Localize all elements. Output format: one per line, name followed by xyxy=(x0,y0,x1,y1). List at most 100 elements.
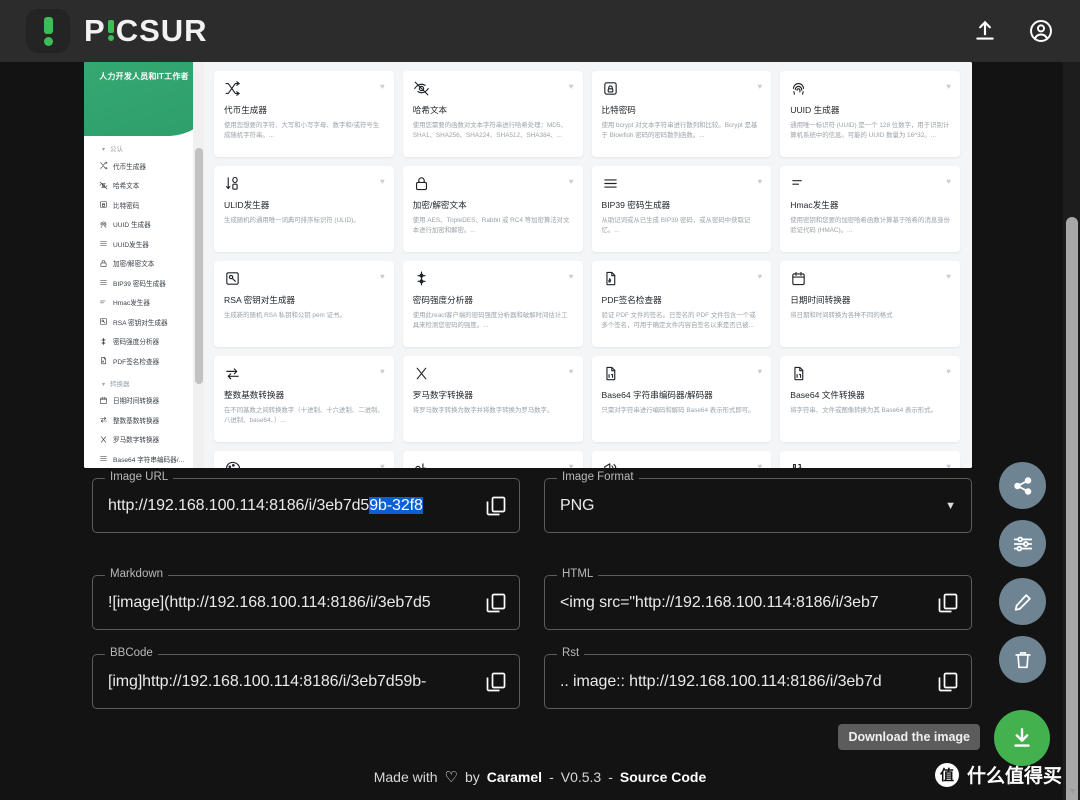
preview-tool-card[interactable]: ♥ 比特密码 使用 bcrypt 对文本字符串进行散列和比较。Bcrypt 是基于 … xyxy=(591,71,772,157)
preview-tool-card-desc: 使用您需要的函数对文本字符串进行哈希处理：MD5、SHA1、SHA256、SHA… xyxy=(412,122,567,139)
favorite-icon[interactable]: ♥ xyxy=(946,272,951,281)
favorite-icon[interactable]: ♥ xyxy=(569,367,574,376)
preview-sidebar-item[interactable]: RSA 密钥对生成器 xyxy=(92,312,204,332)
favorite-icon[interactable]: ♥ xyxy=(380,367,385,376)
preview-tool-card[interactable]: ♥ RSA 密钥对生成器 生成新的随机 RSA 私钥和公钥 pem 证书。 xyxy=(214,261,394,347)
logo-prefix: P xyxy=(84,13,106,48)
edit-button[interactable] xyxy=(999,578,1046,625)
preview-sidebar-item[interactable]: UUID 生成器 xyxy=(92,215,204,235)
image-url-field[interactable]: Image URL http://192.168.100.114:8186/i/… xyxy=(92,471,520,533)
preview-tool-card[interactable]: ♥颜色转换器在不同格式之间转换颜色（hex、rgb、hsl 和 css 名... xyxy=(214,451,394,468)
favorite-icon[interactable]: ♥ xyxy=(569,272,574,281)
download-button[interactable] xyxy=(994,710,1050,766)
favorite-icon[interactable]: ♥ xyxy=(380,177,385,186)
rst-field[interactable]: Rst .. image:: http://192.168.100.114:81… xyxy=(544,647,972,709)
preview-tool-card[interactable]: ♥ 代币生成器 使用您想要的字符、大写和小写字母、数字和/或符号生成随机字符串。..… xyxy=(214,71,394,157)
favorite-icon[interactable]: ♥ xyxy=(946,462,951,468)
favorite-icon[interactable]: ♥ xyxy=(758,367,763,376)
delete-button[interactable] xyxy=(999,636,1046,683)
preview-tool-card[interactable]: ♥ Base64 文件转换器 将字符串、文件或图像转换为其 Base64 表示形式。 xyxy=(780,356,960,442)
favorite-icon[interactable]: ♥ xyxy=(758,462,763,468)
preview-tool-card[interactable]: ♥ PDF签名检查器 验证 PDF 文件的签名。已签名的 PDF 文件包含一个或多个… xyxy=(591,261,772,347)
app-logo[interactable]: P CSUR xyxy=(26,9,208,53)
footer-author-link[interactable]: Caramel xyxy=(487,769,542,785)
preview-sidebar-item[interactable]: 罗马数字转换器 xyxy=(92,430,204,450)
preview-tool-card[interactable]: ♥ Hmac发生器 使用密钥和您要的加密哈希函数计算基于哈希的消息身份验证代码 (H… xyxy=(780,166,960,252)
preview-sidebar-item[interactable]: Base64 字符串编码器/... xyxy=(92,449,204,468)
tune-button[interactable] xyxy=(999,520,1046,567)
footer-source-code-link[interactable]: Source Code xyxy=(620,769,706,785)
copy-icon[interactable] xyxy=(936,670,960,694)
chevron-down-icon[interactable]: ▼ xyxy=(945,500,956,512)
preview-tool-card[interactable]: ♥ 密码强度分析器 使用此react客户端的密码强度分析器和破解时间估计工具来检测您… xyxy=(402,261,583,347)
preview-sidebar-item[interactable]: 比特密码 xyxy=(92,195,204,215)
preview-scrollbar-track[interactable] xyxy=(193,62,204,468)
favorite-icon[interactable]: ♥ xyxy=(946,82,951,91)
html-field[interactable]: HTML <img src="http://192.168.100.114:81… xyxy=(544,568,972,630)
page-scrollbar-thumb[interactable] xyxy=(1066,217,1078,800)
preview-sidebar-item[interactable]: Hmac发生器 xyxy=(92,293,204,313)
nato-icon xyxy=(602,460,619,468)
favorite-icon[interactable]: ♥ xyxy=(569,82,574,91)
calendar-icon xyxy=(790,270,807,287)
preview-sidebar-item[interactable]: 整数基数转换器 xyxy=(92,410,204,430)
copy-icon[interactable] xyxy=(484,591,508,615)
preview-tool-card[interactable]: ♥ 加密/解密文本 使用 AES、TripleDES、Rabbit 或 RC4 等加… xyxy=(402,166,583,252)
markdown-input[interactable]: ![image](http://192.168.100.114:8186/i/3… xyxy=(108,594,476,612)
copy-icon[interactable] xyxy=(484,494,508,518)
preview-sidebar-item[interactable]: 加密/解密文本 xyxy=(92,254,204,274)
preview-sidebar-item[interactable]: PDF签名检查器 xyxy=(92,351,204,371)
page-scrollbar-track[interactable]: ▼ xyxy=(1063,62,1080,800)
favorite-icon[interactable]: ♥ xyxy=(380,272,385,281)
fields-row-2: Markdown ![image](http://192.168.100.114… xyxy=(92,568,972,630)
account-circle-icon[interactable] xyxy=(1028,18,1054,44)
preview-sidebar-item[interactable]: BIP39 密码生成器 xyxy=(92,273,204,293)
rst-input[interactable]: .. image:: http://192.168.100.114:8186/i… xyxy=(560,673,928,691)
preview-tool-card[interactable]: ♥ 日期时间转换器 将日期和时间转换为各种不同的格式 xyxy=(780,261,960,347)
preview-tool-card[interactable]: ♥文本转北约字母表将文本转换为北约音标字母以进行口头传输。 xyxy=(591,451,772,468)
image-format-field[interactable]: Image Format PNG ▼ xyxy=(544,471,972,533)
image-format-value[interactable]: PNG xyxy=(560,497,937,515)
sort-numeric-icon xyxy=(224,175,241,192)
preview-sidebar-item-label: 代币生成器 xyxy=(113,163,146,171)
preview-scrollbar-thumb[interactable] xyxy=(194,148,203,384)
html-input[interactable]: <img src="http://192.168.100.114:8186/i/… xyxy=(560,594,928,612)
preview-tool-card[interactable]: ♥ Base64 字符串编码器/解码器 只需对字符串进行编码和解码 Base64 表… xyxy=(591,356,772,442)
preview-sidebar-item[interactable]: 日期时间转换器 xyxy=(92,391,204,411)
markdown-field[interactable]: Markdown ![image](http://192.168.100.114… xyxy=(92,568,520,630)
preview-tool-card[interactable]: ♥ 整数基数转换器 在不同基数之间转换数字（十进制、十六进制、二进制、八进制、bas… xyxy=(214,356,394,442)
image-preview[interactable]: 人力开发人员和IT工作者 公认代币生成器哈希文本比特密码UUID 生成器UUID… xyxy=(84,62,972,468)
copy-icon[interactable] xyxy=(936,591,960,615)
copy-icon[interactable] xyxy=(484,670,508,694)
preview-sidebar-item-label: Base64 字符串编码器/... xyxy=(113,456,185,464)
upload-icon[interactable] xyxy=(972,18,998,44)
preview-tool-card[interactable]: ♥大小写转换器更改字符串的大小写并在不同格式之间进行选择 xyxy=(402,451,583,468)
image-url-input[interactable]: http://192.168.100.114:8186/i/3eb7d59b-3… xyxy=(108,496,476,515)
favorite-icon[interactable]: ♥ xyxy=(569,177,574,186)
favorite-icon[interactable]: ♥ xyxy=(380,82,385,91)
preview-sidebar-item[interactable]: 哈希文本 xyxy=(92,176,204,196)
bbcode-field[interactable]: BBCode [img]http://192.168.100.114:8186/… xyxy=(92,647,520,709)
preview-tool-card[interactable]: ♥ BIP39 密码生成器 从助记词或从已生成 BIP39 密码，或从密码中获取记忆… xyxy=(591,166,772,252)
preview-tool-card[interactable]: ♥ UUID 生成器 通用唯一标识符 (UUID) 是一个 128 位数字，用于识别… xyxy=(780,71,960,157)
scroll-down-arrow-icon[interactable]: ▼ xyxy=(1068,786,1077,796)
logo-badge-icon xyxy=(26,9,70,53)
favorite-icon[interactable]: ♥ xyxy=(946,367,951,376)
preview-tool-card[interactable]: ♥ 哈希文本 使用您需要的函数对文本字符串进行哈希处理：MD5、SHA1、SHA25… xyxy=(402,71,583,157)
favorite-icon[interactable]: ♥ xyxy=(758,82,763,91)
preview-sidebar-item[interactable]: 代币生成器 xyxy=(92,156,204,176)
preview-sidebar-item[interactable]: 密码强度分析器 xyxy=(92,332,204,352)
favorite-icon[interactable]: ♥ xyxy=(569,462,574,468)
favorite-icon[interactable]: ♥ xyxy=(380,462,385,468)
bbcode-input[interactable]: [img]http://192.168.100.114:8186/i/3eb7d… xyxy=(108,673,476,691)
preview-tool-card[interactable]: ♥ ULID发生器 生成随机的通用唯一词典可排序标识符 (ULID)。 xyxy=(214,166,394,252)
preview-tool-card[interactable]: ♥文本到 ASCII 二进制将文本转换为其 ASCII 二进制表示形式，反之亦然… xyxy=(780,451,960,468)
favorite-icon[interactable]: ♥ xyxy=(946,177,951,186)
share-button[interactable] xyxy=(999,462,1046,509)
favorite-icon[interactable]: ♥ xyxy=(758,177,763,186)
preview-sidebar-item[interactable]: UUID发生器 xyxy=(92,234,204,254)
preview-sidebar-item-icon xyxy=(99,435,108,444)
preview-tool-card-desc: 使用 bcrypt 对文本字符串进行散列和比较。Bcrypt 是基于 Blowf… xyxy=(601,122,758,139)
favorite-icon[interactable]: ♥ xyxy=(758,272,763,281)
preview-tool-card[interactable]: ♥ 罗马数字转换器 将罗马数字转换为数字并将数字转换为罗马数字。 xyxy=(402,356,583,442)
